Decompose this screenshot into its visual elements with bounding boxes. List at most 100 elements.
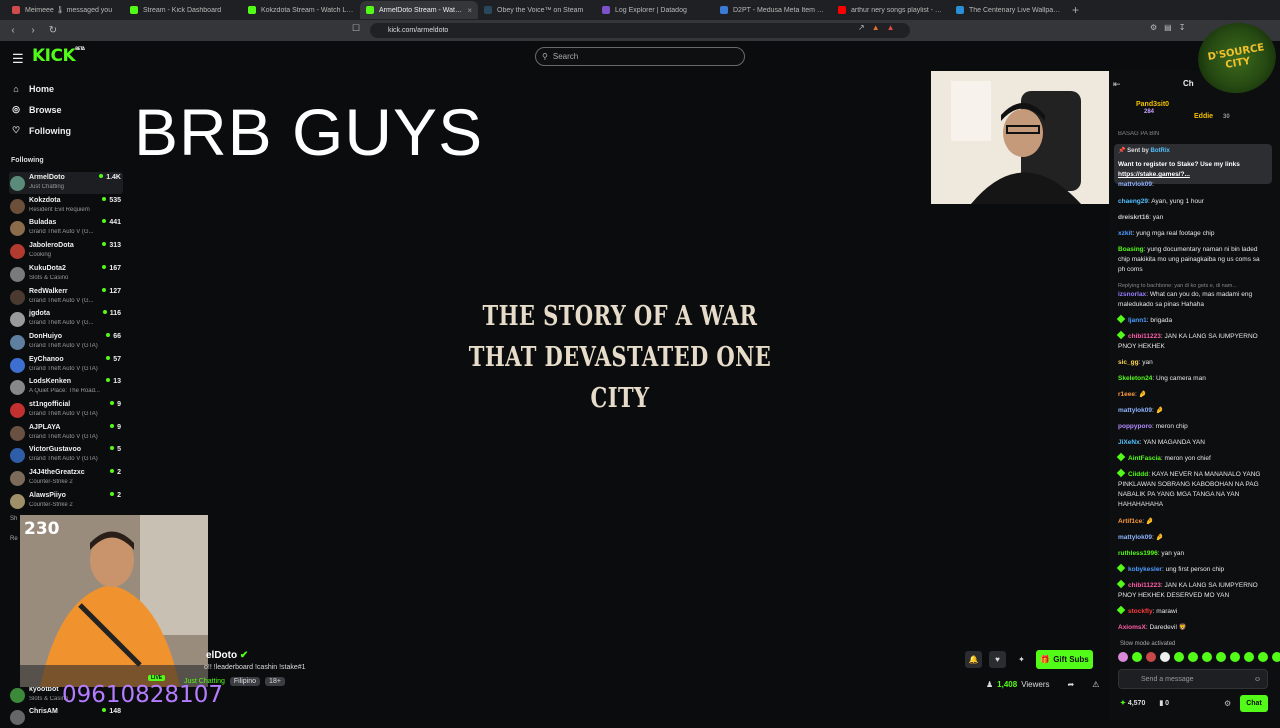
reload-icon[interactable]: ↻ [46, 25, 60, 36]
emote-icon[interactable] [1202, 652, 1212, 662]
chat-username[interactable]: AintFascia [1128, 455, 1161, 462]
chat-username[interactable]: AxiomsX [1118, 624, 1146, 631]
followed-channel[interactable]: DonHuiyo Grand Theft Auto V (GTA) 66 [9, 331, 123, 353]
downloads-icon[interactable]: ↧ [1179, 23, 1186, 32]
stream-category[interactable]: Just Chatting [184, 678, 225, 685]
emote-icon[interactable] [1244, 652, 1254, 662]
emote-icon[interactable] [1230, 652, 1240, 662]
browser-tab[interactable]: ArmelDoto Stream - Watch L × [360, 1, 478, 19]
browser-tab[interactable]: Log Explorer | Datadog [596, 1, 714, 19]
followed-channel[interactable]: RedWalkerr Grand Theft Auto V (G... 127 [9, 286, 123, 308]
nav-home[interactable]: ⌂ Home [11, 84, 54, 94]
emoji-icon[interactable]: ☺ [1254, 676, 1261, 683]
tag-language[interactable]: Filipino [229, 677, 261, 686]
followed-channel[interactable]: JaboleroDota Cooking 313 [9, 240, 123, 262]
share-icon[interactable]: ↗ [858, 23, 865, 32]
chat-username[interactable]: mattylok09 [1118, 407, 1152, 414]
followed-channel[interactable]: Buladas Grand Theft Auto V (G... 441 [9, 217, 123, 239]
followed-channel[interactable]: AlawsPiiyo Counter-Strike 2 2 [9, 490, 123, 512]
chat-username[interactable]: r1eee [1118, 391, 1135, 398]
forward-icon[interactable]: › [26, 25, 40, 36]
emote-icon[interactable] [1160, 652, 1170, 662]
browser-tab[interactable]: Stream - Kick Dashboard [124, 1, 242, 19]
followed-channel[interactable]: AJPLAYA Grand Theft Auto V (GTA) 9 [9, 422, 123, 444]
followed-channel[interactable]: ArmelDoto Just Chatting 1.4K [9, 172, 123, 194]
browser-tab[interactable]: Kokzdota Stream - Watch Live on Ki [242, 1, 360, 19]
toolbar-icons: ⚙ ▤ ↧ [1150, 23, 1185, 32]
chat-username[interactable]: poppyporo [1118, 423, 1152, 430]
back-icon[interactable]: ‹ [6, 25, 20, 36]
chat-username[interactable]: chibi11223 [1128, 333, 1161, 340]
emote-icon[interactable] [1188, 652, 1198, 662]
chat-username[interactable]: Artif1ce [1118, 518, 1142, 525]
channel-avatar [10, 380, 25, 396]
share-stream-icon[interactable]: ➦ [1068, 680, 1075, 689]
brave-shield-icon[interactable]: ▲ [872, 23, 880, 32]
chat-send-button[interactable]: Chat [1240, 695, 1268, 712]
bookmark-icon[interactable]: ☐ [352, 23, 360, 34]
followed-channel[interactable]: jgdota Grand Theft Auto V (G... 116 [9, 308, 123, 330]
followed-channel[interactable]: st1ngofficial Grand Theft Auto V (GTA) 9 [9, 399, 123, 421]
browser-tab[interactable]: Obey the Voice™ on Steam [478, 1, 596, 19]
tab-close-icon[interactable]: × [467, 6, 472, 15]
streamer-name[interactable]: elDoto ✔ [206, 650, 248, 661]
emote-icon[interactable] [1174, 652, 1184, 662]
sparkle-icon: ✦ [1018, 655, 1025, 664]
pinned-link[interactable]: https://stake.games/?... [1118, 170, 1258, 180]
followed-channel[interactable]: LodsKenken A Quiet Place: The Road... 13 [9, 376, 123, 398]
followed-channel[interactable]: EyChanoo Grand Theft Auto V (GTA) 57 [9, 354, 123, 376]
browser-tab[interactable]: arthur nery songs playlist - YouTube [832, 1, 950, 19]
nav-browse[interactable]: ◎ Browse [11, 104, 61, 115]
browser-tab[interactable]: Meimeee 🌡 messaged you [6, 1, 124, 19]
chat-collapse-icon[interactable]: ⇤ [1113, 79, 1121, 90]
subscribe-icon-button[interactable]: ✦ [1013, 651, 1030, 668]
browser-tab[interactable]: D2PT - Medusa Meta Item Builds & [714, 1, 832, 19]
menu-icon[interactable]: ☰ [12, 51, 24, 67]
chat-username[interactable]: ljann1 [1128, 317, 1147, 324]
chat-username[interactable]: izsnorlax [1118, 291, 1146, 298]
points-secondary[interactable]: ▮ 0 [1159, 699, 1169, 707]
emote-icon[interactable] [1146, 652, 1156, 662]
chat-username[interactable]: xzkit [1118, 230, 1132, 237]
chat-username[interactable]: ruthless1996 [1118, 550, 1158, 557]
gift-subs-button[interactable]: 🎁 Gift Subs [1036, 650, 1093, 669]
chat-message-input[interactable]: Send a message ☺ [1118, 669, 1268, 689]
chat-username[interactable]: chibi11223 [1128, 582, 1161, 589]
emote-icon[interactable] [1272, 652, 1280, 662]
followed-channel[interactable]: J4J4theGreatzxc Counter-Strike 2 2 [9, 467, 123, 489]
notification-bell-button[interactable]: 🔔 [965, 651, 982, 668]
chat-username[interactable]: stockfly [1128, 608, 1153, 615]
chat-username[interactable]: dreiskrt16 [1118, 214, 1149, 221]
report-icon[interactable]: ⚠ [1092, 680, 1099, 689]
emote-icon[interactable] [1132, 652, 1142, 662]
sidebar-icon[interactable]: ▤ [1164, 23, 1172, 32]
search-input[interactable]: ⚲ Search [535, 47, 745, 66]
points-balance[interactable]: ✦ 4,570 [1120, 699, 1145, 707]
emote-icon[interactable] [1216, 652, 1226, 662]
url-field[interactable]: kick.com/armeldoto [370, 23, 910, 38]
kick-logo[interactable]: KICKBETA [32, 46, 85, 66]
emote-icon[interactable] [1118, 652, 1128, 662]
browser-tab[interactable]: The Centenary Live Wallpaper [950, 1, 1068, 19]
chat-username[interactable]: Ciiddd [1128, 471, 1148, 478]
rewards-icon[interactable]: ▲ [887, 23, 895, 32]
chat-username[interactable]: sic_gg [1118, 359, 1139, 366]
chat-username[interactable]: Skeleton24 [1118, 375, 1152, 382]
emote-icon[interactable] [1258, 652, 1268, 662]
chat-username[interactable]: mattylok09 [1118, 181, 1152, 186]
chat-username[interactable]: kobykesler [1128, 566, 1162, 573]
chat-username[interactable]: Boasing [1118, 246, 1144, 253]
followed-channel[interactable]: KukuDota2 Slots & Casino 167 [9, 263, 123, 285]
chat-username[interactable]: chaeng29 [1118, 198, 1148, 205]
follow-heart-button[interactable]: ♥ [989, 651, 1006, 668]
chat-username[interactable]: JiXeNx [1118, 439, 1140, 446]
followed-channel[interactable]: Kokzdota Resident Evil Requiem 535 [9, 195, 123, 217]
chat-settings-icon[interactable]: ⚙ [1224, 699, 1231, 708]
followed-channel[interactable]: VictorGustavoo Grand Theft Auto V (GTA) 5 [9, 444, 123, 466]
followed-channel[interactable]: ChrisAM 148 [9, 706, 123, 728]
extensions-icon[interactable]: ⚙ [1150, 23, 1157, 32]
new-tab-button[interactable]: + [1072, 3, 1079, 17]
nav-following[interactable]: ♡ Following [11, 125, 71, 136]
chat-username[interactable]: mattylok09 [1118, 534, 1152, 541]
tag-mature[interactable]: 18+ [265, 677, 285, 686]
